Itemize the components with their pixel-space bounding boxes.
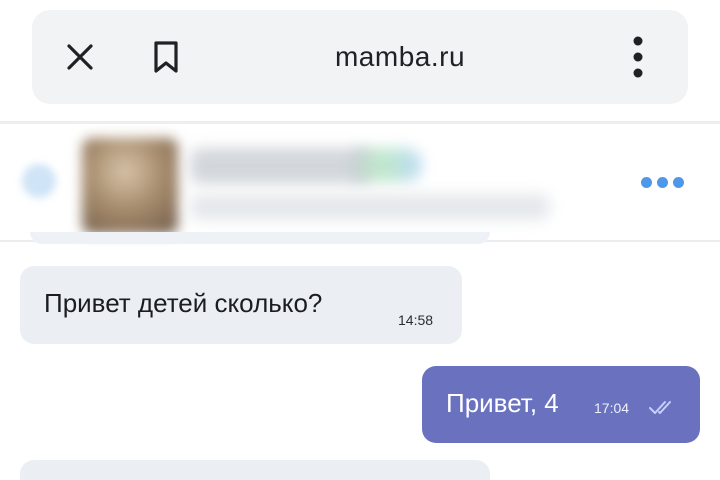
message-incoming[interactable]: Привет детей сколько? 14:58 xyxy=(20,266,462,344)
message-text: Привет детей сколько? xyxy=(44,288,323,318)
message-outgoing[interactable]: Привет, 4 17:04 xyxy=(422,366,700,443)
next-message-edge xyxy=(20,460,490,480)
dot xyxy=(672,176,684,188)
more-horizontal-icon[interactable] xyxy=(634,162,690,202)
message-time: 17:04 xyxy=(594,400,630,416)
double-check-icon xyxy=(648,398,674,416)
verified-badge-blurred xyxy=(350,148,422,182)
back-arrow-icon[interactable] xyxy=(22,164,56,198)
url-bar[interactable]: mamba.ru xyxy=(32,10,688,104)
chat-header xyxy=(0,124,720,242)
url-text[interactable]: mamba.ru xyxy=(232,10,568,104)
message-text: Привет, 4 xyxy=(446,388,559,418)
user-status-blurred xyxy=(190,194,550,220)
close-icon[interactable] xyxy=(52,10,108,104)
avatar[interactable] xyxy=(82,138,178,234)
previous-message-edge xyxy=(30,232,490,244)
message-time: 14:58 xyxy=(398,312,434,328)
more-vertical-icon[interactable] xyxy=(610,10,666,104)
user-name-blurred xyxy=(190,148,370,184)
dot xyxy=(656,176,668,188)
dot xyxy=(640,176,652,188)
bookmark-icon[interactable] xyxy=(138,10,194,104)
browser-toolbar: mamba.ru xyxy=(0,0,720,124)
